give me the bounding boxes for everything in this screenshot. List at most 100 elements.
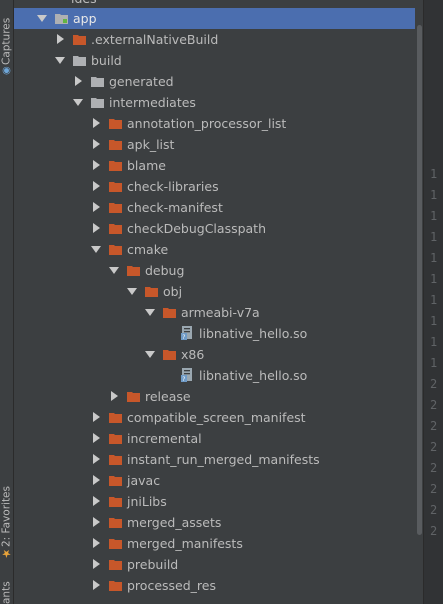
expand-arrow-right-icon[interactable]: [93, 181, 100, 191]
build-variants-tab[interactable]: ants: [0, 574, 13, 604]
tree-row-partial[interactable]: ides: [13, 0, 415, 9]
expand-arrow-down-icon[interactable]: [55, 57, 65, 64]
expand-arrow-right-icon[interactable]: [93, 475, 100, 485]
folder-orange-icon: [109, 118, 122, 129]
tree-item-label: check-manifest: [127, 200, 223, 215]
tree-row[interactable]: release: [13, 386, 415, 407]
line-number: 2: [430, 524, 438, 538]
line-number: 2: [430, 419, 438, 433]
folder-orange-icon: [109, 475, 122, 486]
line-number: 1: [430, 251, 438, 265]
expand-arrow-down-icon[interactable]: [145, 351, 155, 358]
expand-arrow-right-icon[interactable]: [93, 496, 100, 506]
captures-tab[interactable]: ◉ Captures: [0, 4, 13, 78]
expand-arrow-right-icon[interactable]: [111, 391, 118, 401]
expand-arrow-down-icon[interactable]: [109, 267, 119, 274]
expand-arrow-right-icon[interactable]: [93, 580, 100, 590]
expand-arrow-right-icon[interactable]: [93, 139, 100, 149]
tree-row[interactable]: check-libraries: [13, 176, 415, 197]
editor-gutter: 1 1 1 1 1 1 1 1 1 1 2 2 2 2 2 2 2 2: [423, 0, 443, 604]
tree-row[interactable]: annotation_processor_list: [13, 113, 415, 134]
tree-row[interactable]: x86: [13, 344, 415, 365]
tree-row[interactable]: armeabi-v7a: [13, 302, 415, 323]
favorites-tab-label: 2: Favorites: [0, 486, 13, 547]
expand-arrow-right-icon[interactable]: [93, 160, 100, 170]
line-number: 1: [430, 167, 438, 181]
tree-row[interactable]: instant_run_merged_manifests: [13, 449, 415, 470]
tree-item-label: blame: [127, 158, 166, 173]
tree-item-label: prebuild: [127, 557, 179, 572]
tree-row[interactable]: merged_manifests: [13, 533, 415, 554]
folder-orange-icon: [109, 139, 122, 150]
line-number: 1: [430, 356, 438, 370]
folder-grey-icon: [91, 76, 104, 87]
expand-arrow-right-icon[interactable]: [93, 223, 100, 233]
folder-orange-icon: [127, 265, 140, 276]
expand-arrow-down-icon[interactable]: [127, 288, 137, 295]
tree-item-label: intermediates: [109, 95, 196, 110]
tree-row[interactable]: app: [13, 8, 415, 29]
expand-arrow-right-icon[interactable]: [93, 202, 100, 212]
tree-item-label: .externalNativeBuild: [91, 32, 219, 47]
tree-row[interactable]: jniLibs: [13, 491, 415, 512]
expand-arrow-right-icon[interactable]: [93, 559, 100, 569]
tree-item-label: merged_manifests: [127, 536, 243, 551]
expand-arrow-down-icon[interactable]: [73, 99, 83, 106]
tree-item-label: ides: [71, 0, 97, 6]
tree-row[interactable]: debug: [13, 260, 415, 281]
tree-item-label: incremental: [127, 431, 202, 446]
line-number: 1: [430, 209, 438, 223]
tree-row[interactable]: ? libnative_hello.so: [13, 365, 415, 386]
folder-orange-icon: [109, 496, 122, 507]
folder-orange-icon: [73, 34, 86, 45]
tree-item-label: processed_res: [127, 578, 216, 593]
tree-row[interactable]: blame: [13, 155, 415, 176]
tree-item-label: annotation_processor_list: [127, 116, 287, 131]
expand-arrow-right-icon[interactable]: [57, 34, 64, 44]
tree-item-label: build: [91, 53, 122, 68]
tree-item-label: app: [73, 11, 97, 26]
left-tool-strip: ◉ Captures ★ 2: Favorites ants: [0, 0, 14, 604]
tree-scrollbar-thumb[interactable]: [417, 25, 422, 535]
module-folder-icon: [55, 13, 68, 24]
expand-arrow-right-icon[interactable]: [75, 76, 82, 86]
tree-row[interactable]: build: [13, 50, 415, 71]
folder-orange-icon: [145, 286, 158, 297]
tree-row[interactable]: checkDebugClasspath: [13, 218, 415, 239]
tree-row[interactable]: apk_list: [13, 134, 415, 155]
expand-arrow-right-icon[interactable]: [93, 433, 100, 443]
tree-row[interactable]: prebuild: [13, 554, 415, 575]
tree-item-label: merged_assets: [127, 515, 222, 530]
tree-row[interactable]: intermediates: [13, 92, 415, 113]
tree-row[interactable]: generated: [13, 71, 415, 92]
expand-arrow-down-icon[interactable]: [145, 309, 155, 316]
tree-item-label: obj: [163, 284, 183, 299]
tree-row[interactable]: incremental: [13, 428, 415, 449]
captures-tab-label: Captures: [0, 17, 13, 65]
folder-orange-icon: [109, 181, 122, 192]
tree-row[interactable]: compatible_screen_manifest: [13, 407, 415, 428]
tree-row[interactable]: merged_assets: [13, 512, 415, 533]
tree-row[interactable]: .externalNativeBuild: [13, 29, 415, 50]
line-number: 2: [430, 377, 438, 391]
project-tree: app .externalNativeBuild build generated int…: [13, 0, 415, 604]
tree-item-label: jniLibs: [127, 494, 167, 509]
expand-arrow-right-icon[interactable]: [93, 538, 100, 548]
expand-arrow-right-icon[interactable]: [93, 517, 100, 527]
tree-row[interactable]: obj: [13, 281, 415, 302]
folder-orange-icon: [109, 538, 122, 549]
tree-item-label: x86: [181, 347, 205, 362]
expand-arrow-down-icon[interactable]: [37, 15, 47, 22]
tree-row[interactable]: check-manifest: [13, 197, 415, 218]
expand-arrow-right-icon[interactable]: [93, 412, 100, 422]
tree-row[interactable]: ? libnative_hello.so: [13, 323, 415, 344]
tree-row[interactable]: cmake: [13, 239, 415, 260]
expand-arrow-down-icon[interactable]: [91, 246, 101, 253]
expand-arrow-right-icon[interactable]: [93, 118, 100, 128]
folder-orange-icon: [109, 244, 122, 255]
expand-arrow-right-icon[interactable]: [93, 454, 100, 464]
favorites-tab[interactable]: ★ 2: Favorites: [0, 478, 13, 562]
tree-row[interactable]: javac: [13, 470, 415, 491]
line-number: 2: [430, 440, 438, 454]
tree-row[interactable]: processed_res: [13, 575, 415, 596]
